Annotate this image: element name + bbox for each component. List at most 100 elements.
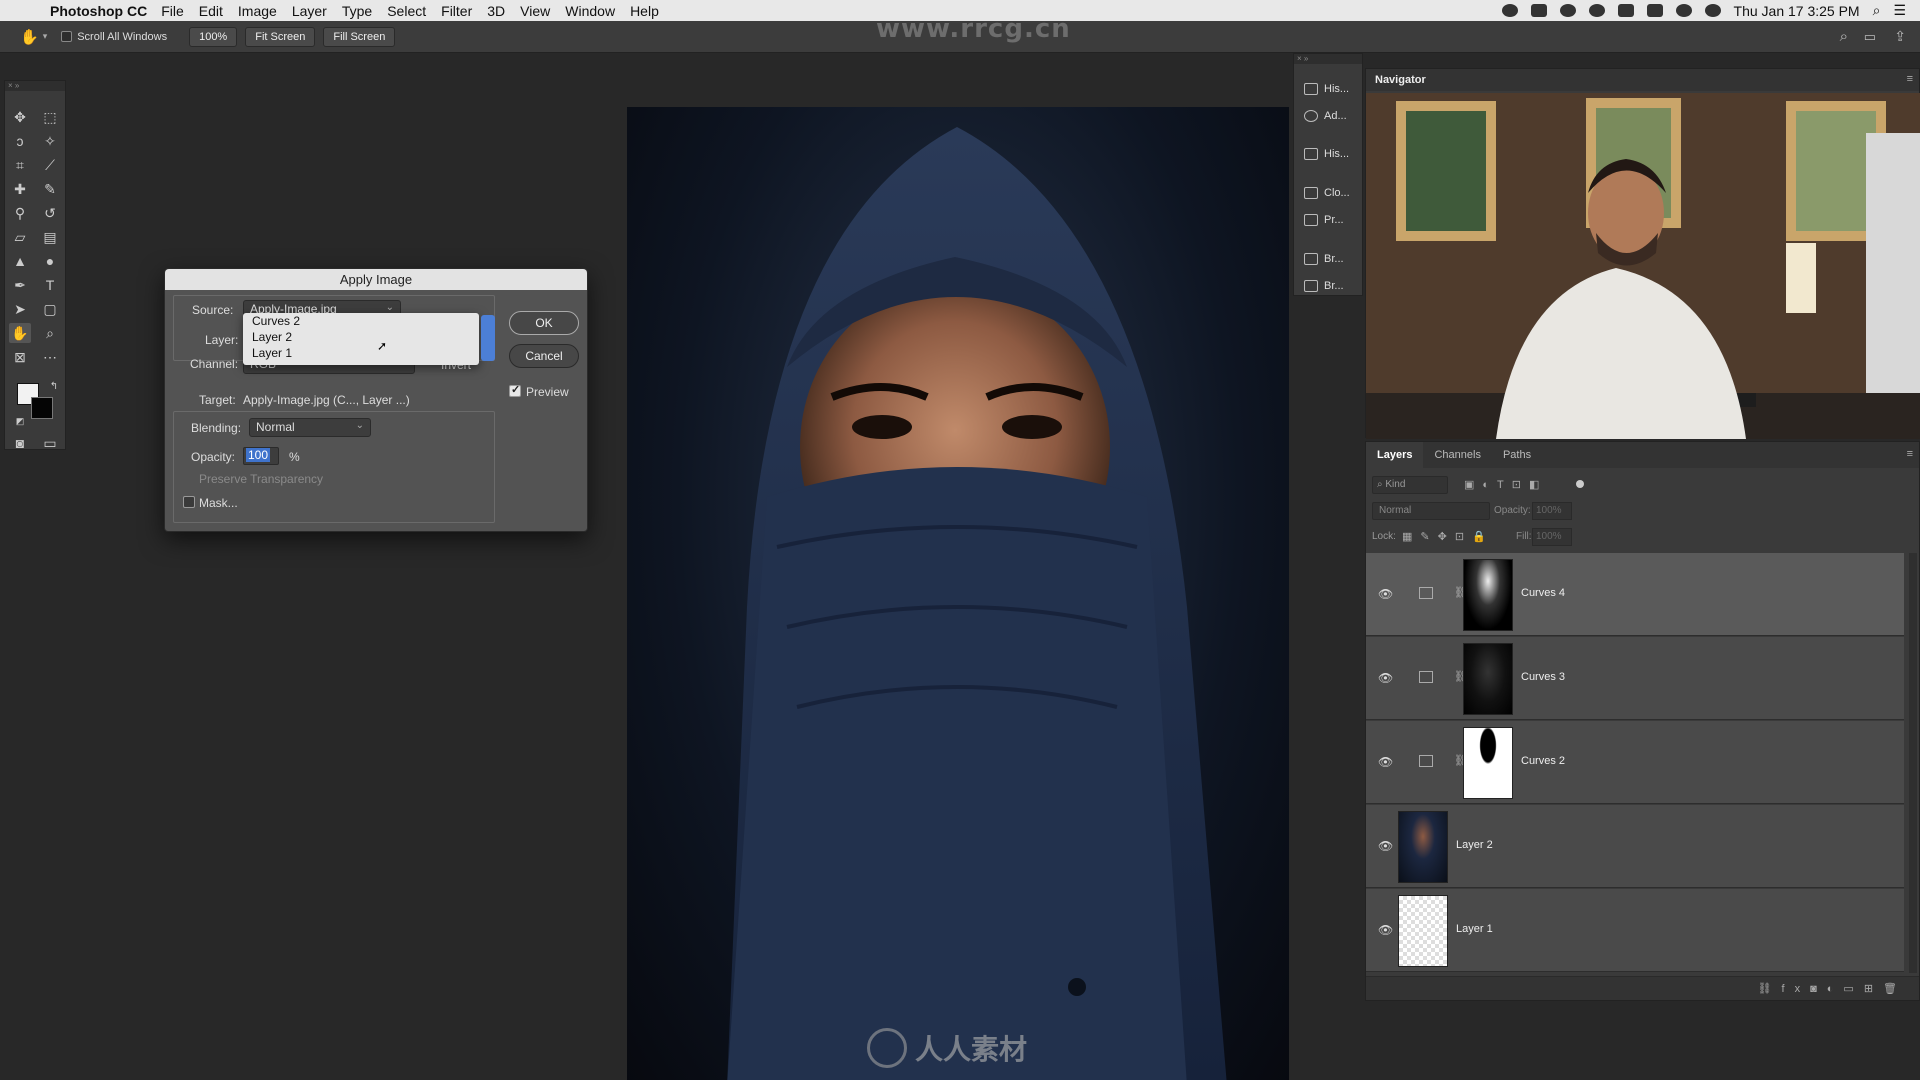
- fit-screen-button[interactable]: Fit Screen: [245, 26, 316, 47]
- status-app-icon[interactable]: [1501, 4, 1518, 17]
- mask-checkbox[interactable]: [183, 496, 195, 508]
- marquee-tool-icon[interactable]: ⬚: [39, 107, 61, 127]
- navigator-preview[interactable]: [1366, 93, 1920, 439]
- magic-wand-tool-icon[interactable]: ✧: [39, 131, 61, 151]
- more-tools-icon[interactable]: ⋯: [39, 347, 61, 367]
- menu-layer[interactable]: Layer: [292, 3, 327, 19]
- notification-center-icon[interactable]: ☰: [1893, 2, 1906, 19]
- app-menu[interactable]: Photoshop CC: [50, 3, 147, 19]
- clone-stamp-tool-icon[interactable]: ⚲: [9, 203, 31, 223]
- spotlight-search-icon[interactable]: ⌕: [1873, 2, 1881, 19]
- menu-filter[interactable]: Filter: [441, 3, 472, 19]
- fx-icon[interactable]: fx: [1782, 983, 1811, 995]
- status-display-icon[interactable]: [1530, 4, 1547, 17]
- swap-colors-icon[interactable]: ↰: [43, 377, 65, 397]
- zoom-100-button[interactable]: 100%: [189, 26, 238, 47]
- layer-row-curves-3[interactable]: 👁 ⛓ Curves 3: [1366, 637, 1904, 720]
- brush-settings-panel-button[interactable]: Br...: [1304, 275, 1344, 297]
- pen-tool-icon[interactable]: ✒: [9, 275, 31, 295]
- layer-row-curves-2[interactable]: 👁 ⛓ Curves 2: [1366, 721, 1904, 804]
- dialog-title[interactable]: Apply Image: [165, 269, 587, 290]
- cloud-icon[interactable]: [1559, 4, 1576, 17]
- layer-name[interactable]: Curves 4: [1521, 587, 1565, 599]
- visibility-eye-icon[interactable]: 👁: [1378, 839, 1393, 853]
- cancel-button[interactable]: Cancel: [509, 344, 579, 368]
- dock-grip[interactable]: × »: [1294, 54, 1362, 64]
- menu-type[interactable]: Type: [342, 3, 372, 19]
- menu-help[interactable]: Help: [630, 3, 659, 19]
- bluetooth-icon[interactable]: [1675, 4, 1692, 17]
- visibility-eye-icon[interactable]: 👁: [1378, 923, 1393, 937]
- layers-menu-icon[interactable]: ≡: [1907, 448, 1913, 460]
- tab-channels[interactable]: Channels: [1423, 442, 1491, 468]
- blend-mode-select[interactable]: Normal: [1372, 502, 1490, 520]
- menu-image[interactable]: Image: [238, 3, 277, 19]
- lasso-tool-icon[interactable]: ↄ: [9, 131, 31, 151]
- move-tool-icon[interactable]: ✥: [9, 107, 31, 127]
- frame-tool-icon[interactable]: ⊠: [9, 347, 31, 367]
- menu-edit[interactable]: Edit: [199, 3, 223, 19]
- layer-name[interactable]: Layer 2: [1456, 839, 1493, 851]
- dropdown-scrollbar[interactable]: [481, 315, 495, 361]
- menu-select[interactable]: Select: [387, 3, 426, 19]
- properties-panel-button[interactable]: Pr...: [1304, 209, 1344, 231]
- history-panel-button[interactable]: His...: [1304, 78, 1349, 100]
- visibility-eye-icon[interactable]: 👁: [1378, 671, 1393, 685]
- airplay-icon[interactable]: [1646, 4, 1663, 17]
- opacity-input[interactable]: 100: [243, 447, 279, 465]
- quick-mask-icon[interactable]: ◙: [9, 433, 31, 453]
- layer-mask-thumbnail[interactable]: [1463, 727, 1513, 799]
- layer-mask-thumbnail[interactable]: [1463, 643, 1513, 715]
- menu-view[interactable]: View: [520, 3, 550, 19]
- type-tool-icon[interactable]: T: [39, 275, 61, 295]
- shape-tool-icon[interactable]: ▢: [39, 299, 61, 319]
- eyedropper-tool-icon[interactable]: ⟋: [39, 155, 61, 175]
- new-adjustment-icon[interactable]: ◐: [1827, 983, 1844, 995]
- document-photo[interactable]: [627, 107, 1289, 1080]
- visibility-eye-icon[interactable]: 👁: [1378, 755, 1393, 769]
- status-sync-icon[interactable]: [1588, 4, 1605, 17]
- histogram-panel-button[interactable]: His...: [1304, 143, 1349, 165]
- default-colors-icon[interactable]: ◩: [9, 411, 31, 431]
- wifi-icon[interactable]: [1704, 4, 1721, 17]
- navigator-tab[interactable]: Navigator: [1366, 69, 1919, 91]
- layer-opacity-input[interactable]: 100%: [1532, 502, 1572, 520]
- brushes-panel-button[interactable]: Br...: [1304, 248, 1344, 270]
- path-selection-tool-icon[interactable]: ➤: [9, 299, 31, 319]
- menu-3d[interactable]: 3D: [487, 3, 505, 19]
- fill-input[interactable]: 100%: [1532, 528, 1572, 546]
- add-mask-icon[interactable]: ◙: [1810, 983, 1827, 995]
- layer-option[interactable]: Layer 1: [243, 345, 479, 361]
- layer-mask-thumbnail[interactable]: [1463, 559, 1513, 631]
- filter-icons[interactable]: ▣◐T⊡◧: [1464, 478, 1547, 491]
- filter-toggle-icon[interactable]: [1576, 480, 1584, 488]
- layer-row-layer-1[interactable]: 👁 Layer 1: [1366, 889, 1904, 972]
- adjustments-panel-button[interactable]: Ad...: [1304, 105, 1347, 127]
- layers-scrollbar[interactable]: [1909, 553, 1917, 973]
- eraser-tool-icon[interactable]: ▱: [9, 227, 31, 247]
- tab-layers[interactable]: Layers: [1366, 442, 1424, 468]
- link-layers-icon[interactable]: ⛓: [1758, 983, 1782, 995]
- history-brush-tool-icon[interactable]: ↺: [39, 203, 61, 223]
- healing-brush-tool-icon[interactable]: ✚: [9, 179, 31, 199]
- tab-paths[interactable]: Paths: [1492, 442, 1542, 468]
- visibility-eye-icon[interactable]: 👁: [1378, 587, 1393, 601]
- blur-tool-icon[interactable]: ▲: [9, 251, 31, 271]
- lock-icons[interactable]: ▦✎✥⊡🔒: [1402, 530, 1494, 543]
- layer-name[interactable]: Layer 1: [1456, 923, 1493, 935]
- new-layer-icon[interactable]: ⊞: [1864, 983, 1883, 995]
- background-color-swatch[interactable]: [31, 397, 53, 419]
- layer-row-layer-2[interactable]: 👁 Layer 2: [1366, 805, 1904, 888]
- clone-source-panel-button[interactable]: Clo...: [1304, 182, 1350, 204]
- layer-name[interactable]: Curves 3: [1521, 671, 1565, 683]
- hand-tool-icon[interactable]: ✋: [9, 323, 31, 343]
- toolbox-grip[interactable]: × »: [5, 81, 65, 91]
- mask-label[interactable]: Mask...: [199, 496, 238, 510]
- hand-tool-icon[interactable]: ✋: [20, 28, 39, 46]
- scroll-all-windows-checkbox[interactable]: [61, 31, 73, 42]
- navigator-menu-icon[interactable]: ≡: [1907, 73, 1913, 85]
- layer-row-curves-4[interactable]: 👁 ⛓ Curves 4: [1366, 553, 1904, 636]
- fill-screen-button[interactable]: Fill Screen: [323, 26, 396, 47]
- layer-thumbnail[interactable]: [1398, 895, 1448, 967]
- window-icon[interactable]: [1617, 4, 1634, 17]
